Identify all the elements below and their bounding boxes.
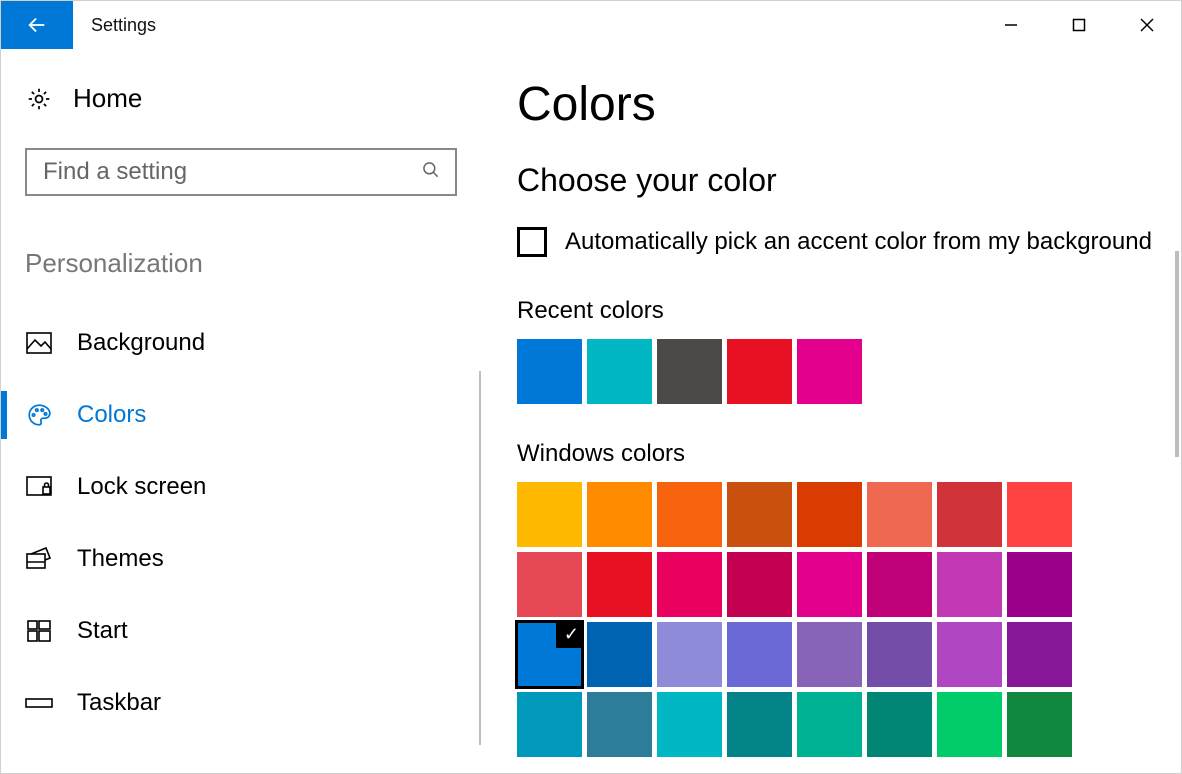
auto-pick-checkbox[interactable] xyxy=(517,227,547,257)
scrollbar[interactable] xyxy=(1175,251,1179,457)
windows-color-swatch[interactable] xyxy=(797,622,862,687)
search-box[interactable] xyxy=(25,148,457,196)
sidebar-item-lock-screen[interactable]: Lock screen xyxy=(1,451,481,523)
windows-color-swatch[interactable] xyxy=(727,482,792,547)
recent-colors-grid xyxy=(517,339,1077,404)
windows-color-swatch[interactable] xyxy=(797,482,862,547)
windows-color-swatch[interactable] xyxy=(1007,692,1072,757)
recent-color-swatch[interactable] xyxy=(727,339,792,404)
windows-color-swatch[interactable] xyxy=(867,552,932,617)
window-title: Settings xyxy=(73,1,156,49)
windows-color-swatch[interactable] xyxy=(727,692,792,757)
section-label: Personalization xyxy=(25,248,481,279)
recent-color-swatch[interactable] xyxy=(587,339,652,404)
windows-color-swatch[interactable] xyxy=(657,482,722,547)
windows-color-swatch[interactable] xyxy=(797,692,862,757)
recent-color-swatch[interactable] xyxy=(517,339,582,404)
background-icon xyxy=(25,332,53,354)
windows-color-swatch[interactable] xyxy=(657,692,722,757)
windows-color-swatch[interactable] xyxy=(587,552,652,617)
sidebar-item-label: Background xyxy=(77,329,205,357)
windows-color-swatch[interactable] xyxy=(727,552,792,617)
sidebar-item-label: Lock screen xyxy=(77,473,206,501)
windows-color-swatch[interactable] xyxy=(587,482,652,547)
windows-color-swatch[interactable] xyxy=(517,552,582,617)
taskbar-icon xyxy=(25,695,53,711)
main-panel: Colors Choose your color Automatically p… xyxy=(481,49,1181,773)
windows-color-swatch[interactable]: ✓ xyxy=(517,622,582,687)
colors-icon xyxy=(25,402,53,428)
minimize-button[interactable] xyxy=(977,1,1045,49)
checkmark-icon: ✓ xyxy=(564,623,579,645)
sidebar-item-taskbar[interactable]: Taskbar xyxy=(1,667,481,739)
lock-screen-icon xyxy=(25,476,53,498)
windows-color-swatch[interactable] xyxy=(517,482,582,547)
windows-color-swatch[interactable] xyxy=(657,622,722,687)
close-button[interactable] xyxy=(1113,1,1181,49)
windows-color-swatch[interactable] xyxy=(937,622,1002,687)
sidebar-item-start[interactable]: Start xyxy=(1,595,481,667)
title-bar: Settings xyxy=(1,1,1181,49)
sidebar-item-colors[interactable]: Colors xyxy=(1,379,481,451)
sidebar-item-label: Colors xyxy=(77,401,146,429)
page-subtitle: Choose your color xyxy=(517,162,1181,199)
recent-color-swatch[interactable] xyxy=(657,339,722,404)
window-controls xyxy=(977,1,1181,49)
windows-color-swatch[interactable] xyxy=(1007,622,1072,687)
windows-color-swatch[interactable] xyxy=(1007,552,1072,617)
search-input[interactable] xyxy=(41,157,421,187)
windows-color-swatch[interactable] xyxy=(937,552,1002,617)
auto-pick-checkbox-row[interactable]: Automatically pick an accent color from … xyxy=(517,227,1181,257)
maximize-button[interactable] xyxy=(1045,1,1113,49)
back-button[interactable] xyxy=(1,1,73,49)
windows-color-swatch[interactable] xyxy=(867,692,932,757)
recent-color-swatch[interactable] xyxy=(797,339,862,404)
windows-color-swatch[interactable] xyxy=(1007,482,1072,547)
close-icon xyxy=(1140,18,1154,32)
page-title: Colors xyxy=(517,77,1181,132)
sidebar-item-themes[interactable]: Themes xyxy=(1,523,481,595)
windows-color-swatch[interactable] xyxy=(727,622,792,687)
windows-color-swatch[interactable] xyxy=(867,482,932,547)
sidebar-item-label: Themes xyxy=(77,545,164,573)
sidebar-item-label: Taskbar xyxy=(77,689,161,717)
windows-color-swatch[interactable] xyxy=(587,692,652,757)
auto-pick-label: Automatically pick an accent color from … xyxy=(565,228,1152,256)
home-link[interactable]: Home xyxy=(25,83,481,114)
windows-colors-grid: ✓ xyxy=(517,482,1077,757)
windows-color-swatch[interactable] xyxy=(937,692,1002,757)
gear-icon xyxy=(25,86,53,112)
home-label: Home xyxy=(73,83,142,114)
windows-color-swatch[interactable] xyxy=(797,552,862,617)
sidebar: Home Personalization Background Colors Loc… xyxy=(1,49,481,773)
arrow-left-icon xyxy=(26,14,48,36)
minimize-icon xyxy=(1004,18,1018,32)
windows-color-swatch[interactable] xyxy=(517,692,582,757)
windows-colors-label: Windows colors xyxy=(517,440,1181,468)
windows-color-swatch[interactable] xyxy=(657,552,722,617)
windows-color-swatch[interactable] xyxy=(587,622,652,687)
start-icon xyxy=(25,620,53,642)
sidebar-item-background[interactable]: Background xyxy=(1,307,481,379)
recent-colors-label: Recent colors xyxy=(517,297,1181,325)
themes-icon xyxy=(25,547,53,571)
windows-color-swatch[interactable] xyxy=(867,622,932,687)
search-icon xyxy=(421,160,441,185)
maximize-icon xyxy=(1072,18,1086,32)
windows-color-swatch[interactable] xyxy=(937,482,1002,547)
sidebar-item-label: Start xyxy=(77,617,128,645)
